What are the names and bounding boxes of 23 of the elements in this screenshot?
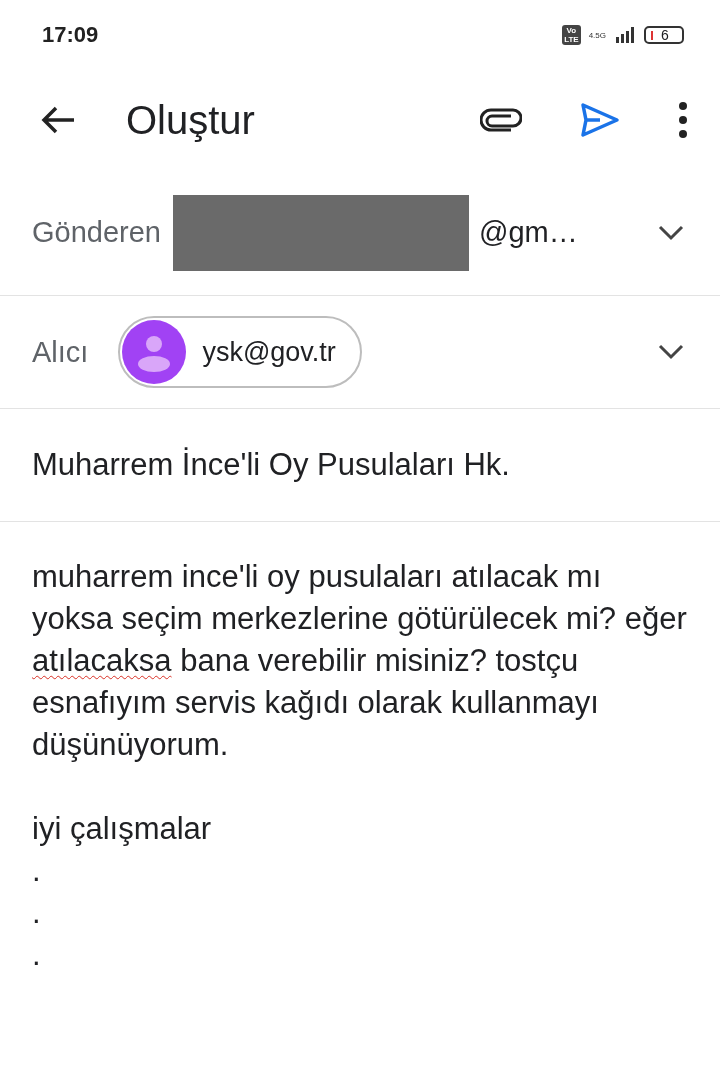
subject-field[interactable]: Muharrem İnce'li Oy Pusulaları Hk. — [32, 447, 510, 483]
chevron-down-icon[interactable] — [658, 344, 684, 360]
dot-line[interactable]: . — [32, 892, 688, 934]
more-vertical-icon — [678, 102, 688, 138]
sign-off-text[interactable]: iyi çalışmalar — [32, 808, 688, 850]
sender-address: @gm… — [479, 216, 579, 249]
recipient-label: Alıcı — [32, 335, 89, 369]
network-type: 4.5G — [588, 30, 606, 40]
body-text[interactable]: muharrem ince'li oy pusulaları atılacak mı yoksa seçim merkezlerine götürülecek mi? eğer atılacaksa bana verebilir misiniz? tostçu esnafıyım servis kağıdı olarak kullanmayı düşünüyorum. — [32, 556, 688, 766]
dot-line[interactable]: . — [32, 850, 688, 892]
recipient-chip[interactable]: ysk@gov.tr — [118, 316, 362, 388]
status-time: 17:09 — [42, 22, 100, 48]
paperclip-icon — [480, 108, 522, 132]
chevron-down-icon[interactable] — [658, 224, 684, 241]
signal-icon — [614, 27, 636, 43]
volte-badge: Vo LTE — [562, 25, 581, 45]
sender-label: Gönderen — [32, 216, 161, 249]
dot-line[interactable]: . — [32, 934, 688, 976]
battery-indicator: 6 — [644, 26, 684, 44]
send-icon — [580, 102, 620, 138]
avatar-icon — [122, 320, 187, 384]
back-arrow-icon — [40, 105, 76, 135]
screen-title: Oluştur — [126, 97, 256, 143]
